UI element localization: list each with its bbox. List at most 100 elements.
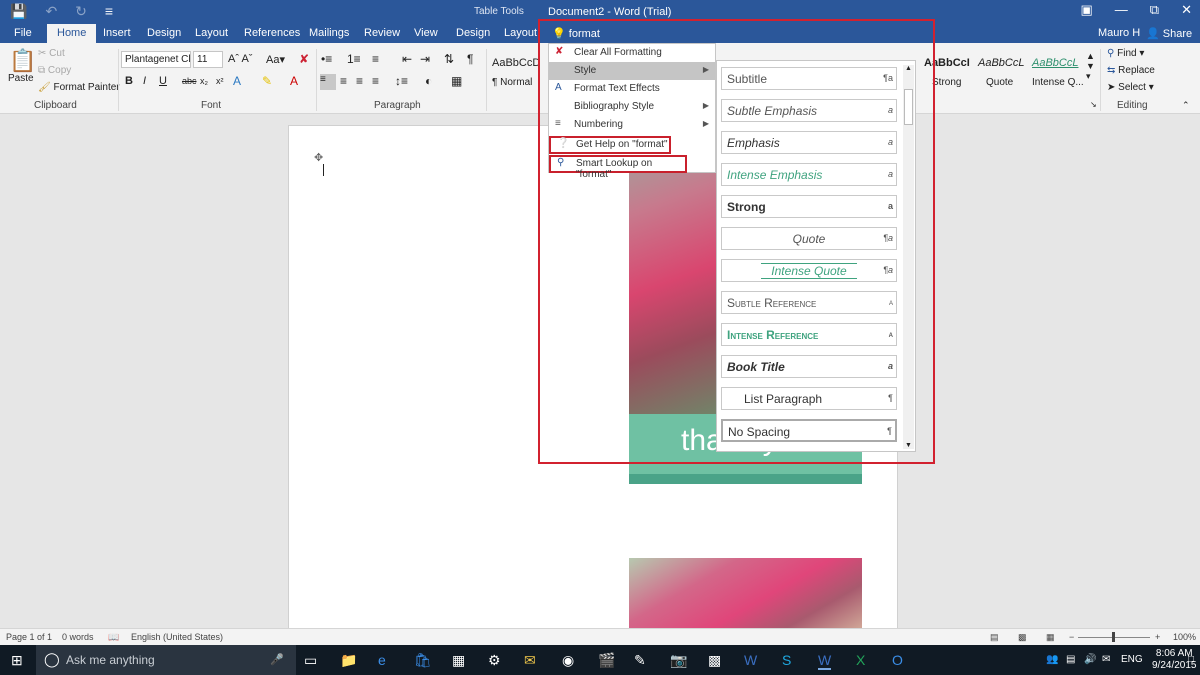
- remote-desktop-icon[interactable]: ▩: [708, 652, 721, 669]
- change-case-icon[interactable]: Aa▾: [266, 53, 285, 66]
- strikethrough-button[interactable]: abc: [182, 76, 197, 86]
- increase-indent-icon[interactable]: ⇥: [420, 52, 430, 66]
- action-center-icon[interactable]: □: [1188, 654, 1194, 665]
- outlook-icon[interactable]: O: [892, 652, 903, 668]
- network-icon[interactable]: ▤: [1066, 654, 1075, 665]
- text-effects-icon[interactable]: A: [233, 74, 241, 88]
- windows-start-icon[interactable]: ⊞: [11, 652, 23, 669]
- grow-font-icon[interactable]: Aˆ Aˇ: [228, 53, 252, 65]
- store-icon[interactable]: 🛍: [414, 652, 432, 669]
- volume-icon[interactable]: 🔊: [1084, 654, 1096, 665]
- redo-icon[interactable]: ↻: [75, 3, 87, 20]
- zoom-in-icon[interactable]: +: [1155, 632, 1160, 642]
- scroll-up-icon[interactable]: ▲: [903, 65, 914, 72]
- tab-review[interactable]: Review: [364, 27, 400, 39]
- style-item-list-paragraph[interactable]: List Paragraph ¶: [721, 387, 897, 410]
- style-item-intense-emphasis[interactable]: Intense Emphasis a: [721, 163, 897, 186]
- user-name[interactable]: Mauro H: [1098, 27, 1140, 39]
- collapse-ribbon-icon[interactable]: ⌃: [1182, 100, 1190, 111]
- zoom-slider-thumb[interactable]: [1112, 632, 1115, 642]
- decrease-indent-icon[interactable]: ⇤: [402, 52, 412, 66]
- xbox-icon[interactable]: ◉: [562, 652, 574, 669]
- zoom-out-icon[interactable]: −: [1069, 632, 1074, 642]
- align-center-icon[interactable]: ≡: [340, 74, 347, 88]
- word-pinned-icon[interactable]: W: [744, 652, 757, 668]
- scroll-thumb[interactable]: [904, 89, 913, 125]
- file-explorer-icon[interactable]: 📁: [340, 652, 357, 669]
- menu-item-bibliography-style[interactable]: Bibliography Style ▶: [549, 98, 715, 116]
- movies-icon[interactable]: 🎬: [598, 652, 615, 669]
- ribbon-display-icon[interactable]: ▣: [1081, 2, 1093, 18]
- style-normal[interactable]: AaBbCcD ¶ Normal: [492, 49, 540, 99]
- task-view-icon[interactable]: ▭: [304, 652, 317, 669]
- borders-icon[interactable]: ▦: [451, 74, 462, 88]
- paste-button[interactable]: Paste: [8, 73, 34, 84]
- multilevel-list-icon[interactable]: ≡: [372, 52, 379, 66]
- style-intense-quote[interactable]: AaBbCcL Intense Q...: [1032, 49, 1084, 99]
- share-button[interactable]: 👤 Share: [1146, 27, 1192, 40]
- microphone-icon[interactable]: 🎤: [270, 653, 284, 666]
- style-item-quote[interactable]: Quote ¶a: [721, 227, 897, 250]
- clear-formatting-icon[interactable]: ✘: [299, 52, 309, 66]
- paint-icon[interactable]: ✎: [634, 652, 646, 669]
- tab-table-layout[interactable]: Layout: [504, 27, 537, 39]
- style-quote[interactable]: AaBbCcL Quote: [978, 49, 1028, 99]
- customize-icon[interactable]: ≡: [105, 3, 113, 20]
- page-count[interactable]: Page 1 of 1: [6, 632, 52, 642]
- gallery-scroll-icon[interactable]: ▲ ▼ ▾: [1086, 51, 1095, 82]
- format-painter-button[interactable]: 🖌 Format Painter: [38, 82, 120, 93]
- people-icon[interactable]: 👥: [1046, 654, 1058, 665]
- menu-item-style[interactable]: Style ▶: [549, 62, 715, 80]
- web-layout-icon[interactable]: ▦: [1046, 632, 1055, 643]
- word-active-icon[interactable]: W: [818, 652, 832, 670]
- language-indicator[interactable]: English (United States): [131, 632, 223, 642]
- style-item-strong[interactable]: Strong a: [721, 195, 897, 218]
- align-right-icon[interactable]: ≡: [356, 74, 363, 88]
- zoom-level[interactable]: 100%: [1173, 632, 1196, 642]
- read-mode-icon[interactable]: ▤: [990, 632, 999, 643]
- show-formatting-icon[interactable]: ¶: [467, 52, 473, 66]
- table-move-handle-icon[interactable]: ✥: [314, 151, 323, 164]
- tab-file[interactable]: File: [14, 27, 32, 39]
- tab-layout[interactable]: Layout: [195, 27, 228, 39]
- justify-icon[interactable]: ≡: [372, 74, 379, 88]
- proofing-icon[interactable]: 📖: [108, 632, 119, 643]
- tab-references[interactable]: References: [244, 27, 300, 39]
- shading-icon[interactable]: ◐: [425, 74, 432, 88]
- font-name-combo[interactable]: Plantagenet Cl: [121, 51, 191, 68]
- style-item-intense-quote[interactable]: Intense Quote ¶a: [721, 259, 897, 282]
- skype-icon[interactable]: S: [782, 652, 791, 668]
- sort-icon[interactable]: ⇅: [444, 52, 454, 66]
- superscript-button[interactable]: x²: [216, 76, 224, 86]
- scroll-down-icon[interactable]: ▼: [903, 442, 914, 449]
- numbering-icon[interactable]: 1≡: [347, 52, 361, 66]
- highlight-icon[interactable]: ✎: [262, 74, 272, 88]
- print-layout-icon[interactable]: ▩: [1018, 632, 1027, 643]
- style-item-subtle-emphasis[interactable]: Subtle Emphasis a: [721, 99, 897, 122]
- bullets-icon[interactable]: •≡: [321, 52, 332, 66]
- minimize-icon[interactable]: —: [1115, 2, 1128, 18]
- italic-button[interactable]: I: [143, 75, 146, 87]
- line-spacing-icon[interactable]: ↕≡: [395, 74, 408, 88]
- word-count[interactable]: 0 words: [62, 632, 94, 642]
- tab-insert[interactable]: Insert: [103, 27, 131, 39]
- menu-item-numbering[interactable]: ≡ Numbering ▶: [549, 116, 715, 134]
- style-item-intense-reference[interactable]: Intense Reference a: [721, 323, 897, 346]
- underline-button[interactable]: U: [159, 75, 167, 87]
- style-item-subtitle[interactable]: Subtitle ¶a: [721, 67, 897, 90]
- mail-icon[interactable]: ✉: [524, 652, 536, 669]
- tab-view[interactable]: View: [414, 27, 438, 39]
- flower-photo-2[interactable]: [629, 558, 862, 628]
- save-icon[interactable]: 💾: [10, 3, 27, 20]
- align-left-button[interactable]: ≡: [320, 74, 336, 90]
- bold-button[interactable]: B: [125, 75, 133, 87]
- menu-item-smart-lookup[interactable]: ⚲ Smart Lookup on "format": [549, 155, 687, 180]
- cortana-search-input[interactable]: Ask me anything: [66, 653, 155, 667]
- replace-button[interactable]: ⇆ Replace: [1107, 65, 1155, 76]
- menu-item-get-help[interactable]: ❔ Get Help on "format": [549, 136, 671, 154]
- menu-item-format-text-effects[interactable]: A Format Text Effects: [549, 80, 715, 98]
- tab-design[interactable]: Design: [147, 27, 181, 39]
- menu-item-clear-formatting[interactable]: ✘ Clear All Formatting: [549, 44, 715, 62]
- tab-mailings[interactable]: Mailings: [309, 27, 349, 39]
- find-button[interactable]: ⚲ Find ▾: [1107, 48, 1144, 59]
